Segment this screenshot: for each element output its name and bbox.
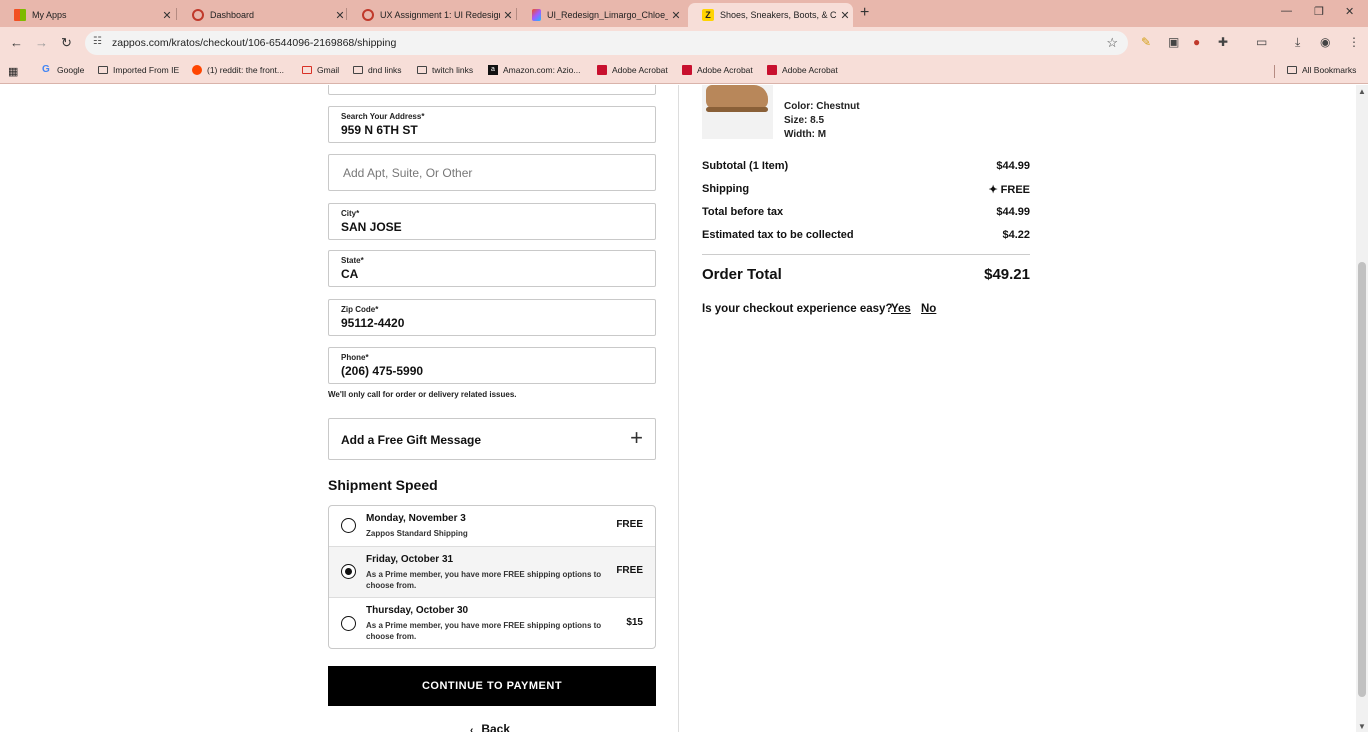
close-window-icon[interactable]: ✕	[1345, 5, 1354, 18]
bookmark-adobe-acrobat[interactable]: Adobe Acrobat	[597, 65, 668, 75]
extension-icon[interactable]: ✎	[1141, 35, 1151, 49]
reddit-icon	[192, 65, 202, 75]
prime-star-icon: ✦	[988, 184, 998, 196]
phone-field[interactable]: Phone* (206) 475-5990	[328, 347, 656, 384]
bookmark-star-icon[interactable]: ☆	[1106, 35, 1118, 51]
apps-grid-icon[interactable]: ▦	[8, 65, 18, 78]
bookmark-reddit[interactable]: (1) reddit: the front...	[192, 65, 284, 75]
canvas-icon	[362, 9, 374, 21]
survey-yes-link[interactable]: Yes	[891, 303, 911, 315]
survey-no-link[interactable]: No	[921, 303, 936, 315]
bookmark-amazon[interactable]: a Amazon.com: Azio...	[488, 65, 580, 75]
plus-icon: +	[630, 425, 643, 450]
tab-search-icon[interactable]: ▭	[1256, 35, 1267, 49]
shipment-speed-title: Shipment Speed	[328, 477, 438, 493]
apt-suite-field[interactable]: Add Apt, Suite, Or Other	[328, 154, 656, 191]
all-bookmarks[interactable]: All Bookmarks	[1287, 65, 1356, 75]
minimize-icon[interactable]: —	[1281, 5, 1292, 17]
product-color: Color: Chestnut	[784, 101, 860, 112]
gmail-icon	[302, 66, 312, 74]
product-thumbnail[interactable]	[702, 85, 773, 139]
column-divider	[678, 85, 679, 732]
tab-dashboard[interactable]: Dashboard ✕	[178, 3, 348, 27]
bookmark-twitch-links[interactable]: twitch links	[417, 65, 473, 75]
reload-icon[interactable]: ↻	[61, 35, 72, 51]
shipment-options: Monday, November 3 Zappos Standard Shipp…	[328, 505, 656, 649]
close-tab-icon[interactable]: ✕	[668, 9, 684, 22]
chevron-left-icon: ‹	[470, 725, 474, 732]
amazon-icon: a	[488, 65, 498, 75]
bookmark-dnd-links[interactable]: dnd links	[353, 65, 402, 75]
scroll-up-icon[interactable]: ▲	[1358, 87, 1366, 96]
radio-button-selected[interactable]	[341, 564, 356, 579]
summary-divider	[702, 254, 1030, 255]
bookmark-gmail[interactable]: Gmail	[302, 65, 339, 75]
continue-to-payment-button[interactable]: CONTINUE TO PAYMENT	[328, 666, 656, 706]
kebab-menu-icon[interactable]: ⋮	[1348, 35, 1360, 49]
folder-icon	[353, 66, 363, 74]
close-tab-icon[interactable]: ✕	[837, 9, 853, 22]
extension-icon[interactable]: ▣	[1168, 35, 1179, 49]
name-field-partial[interactable]	[328, 85, 656, 95]
forward-arrow-icon[interactable]: →	[35, 35, 48, 50]
adobe-acrobat-icon	[597, 65, 607, 75]
zip-code-field[interactable]: Zip Code* 95112-4420	[328, 299, 656, 336]
scrollbar[interactable]: ▲ ▼	[1356, 85, 1368, 732]
radio-button[interactable]	[341, 616, 356, 631]
product-size: Size: 8.5	[784, 115, 825, 126]
checkout-page: Search Your Address* 959 N 6TH ST Add Ap…	[0, 85, 1368, 732]
adobe-acrobat-icon	[767, 65, 777, 75]
scroll-down-icon[interactable]: ▼	[1358, 722, 1366, 731]
restore-icon[interactable]: ❐	[1314, 5, 1324, 18]
figma-icon	[532, 9, 541, 21]
new-tab-icon[interactable]: +	[860, 4, 869, 22]
scrollbar-thumb[interactable]	[1358, 262, 1366, 697]
city-field[interactable]: City* SAN JOSE	[328, 203, 656, 240]
radio-button[interactable]	[341, 518, 356, 533]
extension-icon[interactable]: ●	[1193, 35, 1200, 49]
shipping-option-prime-friday[interactable]: Friday, October 31 As a Prime member, yo…	[329, 547, 655, 598]
folder-icon	[1287, 66, 1297, 74]
google-icon: G	[42, 64, 50, 75]
site-info-icon[interactable]: ☷	[93, 36, 102, 47]
bookmark-adobe-acrobat[interactable]: Adobe Acrobat	[682, 65, 753, 75]
canvas-icon	[192, 9, 204, 21]
adobe-acrobat-icon	[682, 65, 692, 75]
address-search-field[interactable]: Search Your Address* 959 N 6TH ST	[328, 106, 656, 143]
bookmark-google[interactable]: G Google	[42, 64, 84, 76]
phone-note: We'll only call for order or delivery re…	[328, 390, 517, 399]
shipping-option-prime-thursday[interactable]: Thursday, October 30 As a Prime member, …	[329, 598, 655, 648]
microsoft-icon	[14, 9, 26, 21]
address-bar[interactable]: ☷ zappos.com/kratos/checkout/106-6544096…	[85, 31, 1128, 55]
zappos-icon: Z	[702, 9, 714, 21]
shipping-option-standard[interactable]: Monday, November 3 Zappos Standard Shipp…	[329, 506, 655, 547]
bookmark-imported-from-ie[interactable]: Imported From IE	[98, 65, 179, 75]
tab-bar: My Apps ✕ Dashboard ✕ UX Assignment 1: U…	[0, 0, 1368, 27]
back-link[interactable]: ‹ Back	[470, 722, 510, 732]
tab-ux-assignment[interactable]: UX Assignment 1: UI Redesign ✕	[348, 3, 516, 27]
folder-icon	[417, 66, 427, 74]
state-field[interactable]: State* CA	[328, 250, 656, 287]
bookmarks-bar: ▦ G Google Imported From IE (1) reddit: …	[0, 59, 1368, 84]
product-width: Width: M	[784, 129, 827, 140]
puzzle-icon[interactable]: ✚	[1218, 35, 1228, 49]
download-icon[interactable]: ⤓	[1295, 35, 1300, 50]
profile-avatar-icon[interactable]: ◉	[1320, 35, 1330, 49]
bookmark-adobe-acrobat[interactable]: Adobe Acrobat	[767, 65, 838, 75]
tab-my-apps[interactable]: My Apps ✕	[0, 3, 175, 27]
close-tab-icon[interactable]: ✕	[159, 9, 175, 22]
close-tab-icon[interactable]: ✕	[500, 9, 516, 22]
slipper-image	[706, 85, 768, 112]
checkout-survey-question: Is your checkout experience easy?	[702, 303, 893, 315]
back-arrow-icon[interactable]: ←	[10, 35, 23, 50]
url-text[interactable]: zappos.com/kratos/checkout/106-6544096-2…	[112, 37, 396, 49]
tab-ui-redesign[interactable]: UI_Redesign_Limargo_Chloe_Za ✕	[518, 3, 684, 27]
tab-zappos[interactable]: Z Shoes, Sneakers, Boots, & Cloth ✕	[688, 3, 853, 27]
browser-toolbar: ← → ↻ ☷ zappos.com/kratos/checkout/106-6…	[0, 27, 1368, 59]
gift-message-toggle[interactable]: Add a Free Gift Message +	[328, 418, 656, 460]
folder-icon	[98, 66, 108, 74]
